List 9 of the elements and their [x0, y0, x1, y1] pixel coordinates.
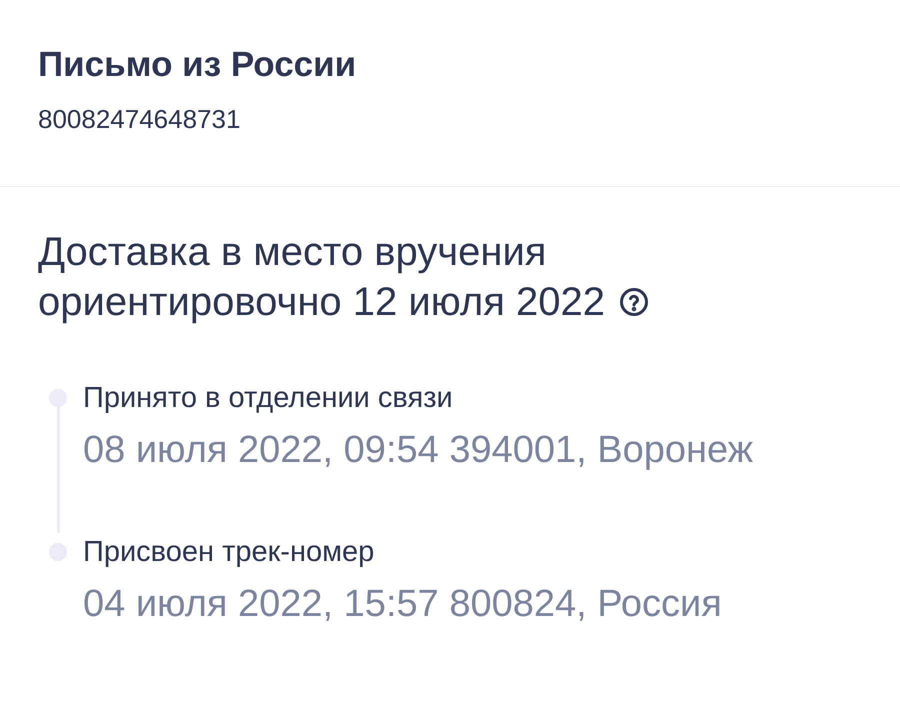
- event-status: Присвоен трек-номер: [83, 535, 376, 570]
- event-details: 04 июля 2022, 15:57 800824, Россия: [83, 582, 722, 627]
- delivery-estimate: ориентировочно 12 июля 2022: [38, 279, 605, 326]
- event-details: 08 июля 2022, 09:54 394001, Воронеж: [83, 428, 754, 473]
- delivery-estimate: Доставка в место вручения: [38, 229, 548, 276]
- parcel-title: Письмо из России: [38, 44, 358, 86]
- track-number: 80082474648731: [38, 103, 242, 136]
- event-status: Принято в отделении связи: [83, 381, 454, 416]
- help-icon[interactable]: [618, 287, 649, 317]
